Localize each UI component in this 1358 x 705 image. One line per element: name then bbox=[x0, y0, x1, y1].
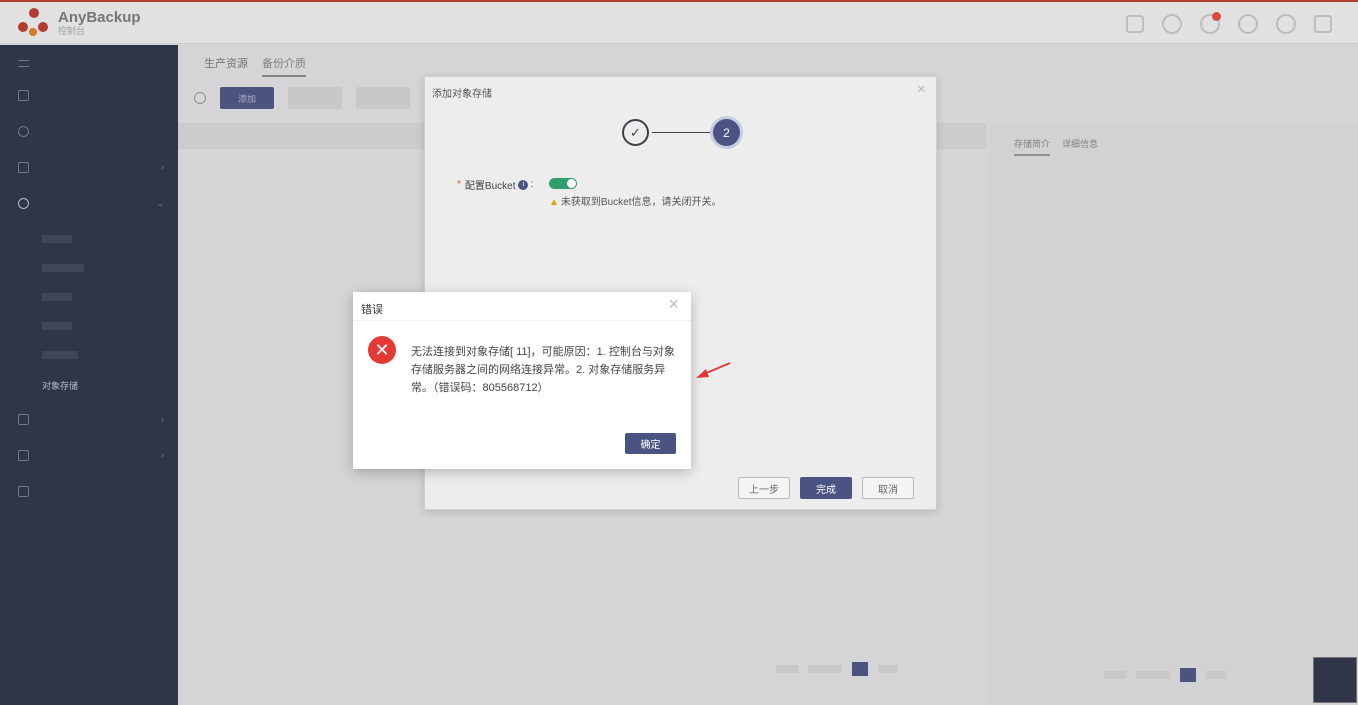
error-close-icon[interactable]: × bbox=[668, 294, 679, 315]
error-dialog-title: 错误 bbox=[361, 304, 383, 316]
confirm-button[interactable]: 确定 bbox=[625, 433, 676, 454]
finish-button[interactable]: 完成 bbox=[800, 477, 852, 499]
step-complete-check-icon: ✓ bbox=[622, 119, 649, 146]
warning-icon: ▲ bbox=[549, 197, 559, 208]
error-message: 无法连接到对象存储[ 11]，可能原因：1. 控制台与对象存储服务器之间的网络连… bbox=[411, 346, 675, 394]
error-dialog: 错误 × ✕ 无法连接到对象存储[ 11]，可能原因：1. 控制台与对象存储服务… bbox=[353, 292, 691, 469]
bucket-toggle[interactable] bbox=[549, 178, 577, 189]
prev-step-button[interactable]: 上一步 bbox=[738, 477, 790, 499]
divider bbox=[353, 320, 691, 321]
dialog-title: 添加对象存储 bbox=[432, 89, 492, 100]
bucket-warning: ▲ 未获取到Bucket信息，请关闭开关。 bbox=[549, 197, 722, 208]
bucket-field-label: * 配置Bucket i : bbox=[457, 179, 534, 192]
annotation-arrow-icon bbox=[696, 362, 731, 378]
error-icon: ✕ bbox=[368, 336, 396, 364]
close-icon[interactable]: × bbox=[917, 81, 926, 99]
info-icon[interactable]: i bbox=[518, 179, 529, 190]
cancel-button[interactable]: 取消 bbox=[862, 477, 914, 499]
bucket-label-text: 配置Bucket bbox=[464, 181, 516, 192]
step-current: 2 bbox=[713, 119, 740, 146]
step-connector bbox=[652, 132, 712, 133]
